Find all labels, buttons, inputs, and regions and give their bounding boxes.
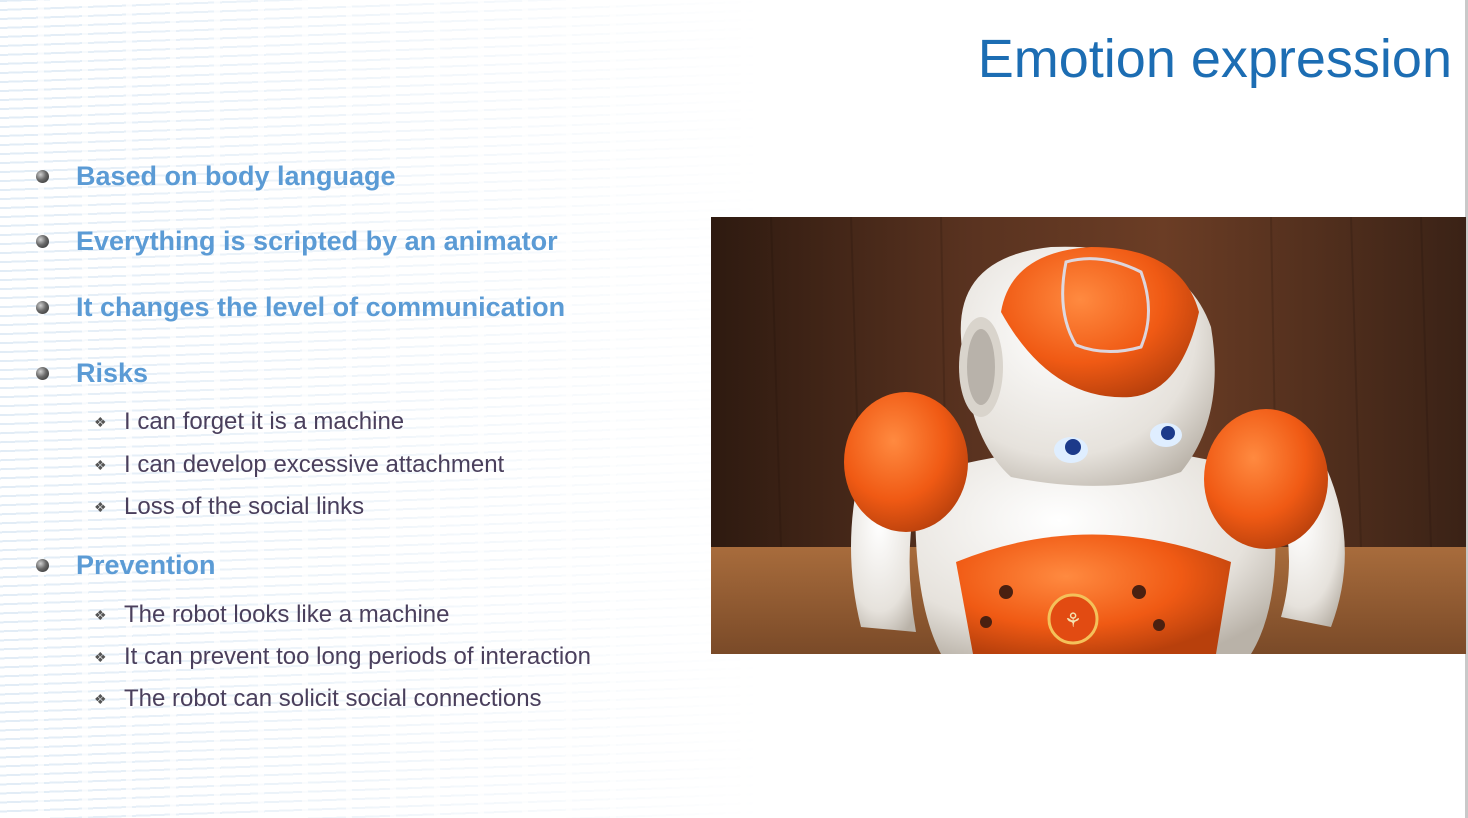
slide: Emotion expression Based on body languag… [0, 0, 1468, 818]
bullet-text: Based on body language [76, 160, 396, 191]
sub-bullet-item: ❖ I can forget it is a machine [94, 406, 404, 438]
diamond-bullet-icon: ❖ [94, 413, 107, 430]
bullet-dot-icon [36, 169, 49, 183]
sub-bullet-text: I can develop excessive attachment [124, 451, 505, 478]
sub-bullet-item: ❖ I can develop excessive attachment [94, 449, 504, 481]
bullet-dot-icon [36, 300, 49, 314]
bullet-item: Everything is scripted by an animator [36, 223, 558, 259]
bullet-text: It changes the level of communication [76, 291, 566, 322]
bullet-item-risks: Risks [36, 355, 148, 391]
bullet-item: It changes the level of communication [36, 289, 565, 325]
robot-photo: ⚘ [711, 217, 1466, 654]
bullet-text: Everything is scripted by an animator [76, 225, 558, 256]
sub-bullet-item: ❖ The robot looks like a machine [94, 599, 450, 631]
svg-text:⚘: ⚘ [1064, 608, 1082, 632]
diamond-bullet-icon: ❖ [94, 456, 107, 473]
bullet-item-prevention: Prevention [36, 547, 216, 583]
bullet-dot-icon [36, 234, 49, 248]
diamond-bullet-icon: ❖ [94, 498, 107, 515]
sub-bullet-item: ❖ Loss of the social links [94, 491, 364, 523]
bullet-text: Risks [76, 357, 149, 388]
sub-bullet-item: ❖ It can prevent too long periods of int… [94, 641, 591, 673]
bullet-dot-icon [36, 366, 49, 380]
bullet-text: Prevention [76, 549, 216, 580]
diamond-bullet-icon: ❖ [94, 606, 107, 623]
robot-illustration: ⚘ [711, 217, 1466, 654]
sub-bullet-text: The robot looks like a machine [124, 601, 450, 628]
slide-title: Emotion expression [977, 29, 1452, 89]
diamond-bullet-icon: ❖ [94, 690, 107, 707]
bullet-dot-icon [36, 558, 49, 572]
sub-bullet-item: ❖ The robot can solicit social connectio… [94, 683, 542, 715]
diamond-bullet-icon: ❖ [94, 648, 107, 665]
sub-bullet-text: It can prevent too long periods of inter… [124, 643, 591, 670]
sub-bullet-text: The robot can solicit social connections [124, 685, 542, 712]
bullet-item: Based on body language [36, 158, 396, 194]
sub-bullet-text: Loss of the social links [124, 493, 365, 520]
sub-bullet-text: I can forget it is a machine [124, 408, 405, 435]
